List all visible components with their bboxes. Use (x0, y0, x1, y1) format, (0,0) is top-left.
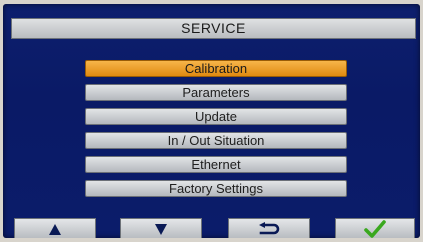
return-icon (258, 222, 280, 236)
bottom-toolbar (3, 218, 420, 238)
page-title: SERVICE (11, 18, 416, 39)
menu-item-parameters[interactable]: Parameters (85, 84, 347, 101)
menu-item-in-out-situation[interactable]: In / Out Situation (85, 132, 347, 149)
confirm-button[interactable] (335, 218, 415, 238)
arrow-up-icon (49, 223, 61, 235)
up-button[interactable] (14, 218, 96, 238)
service-menu: Calibration Parameters Update In / Out S… (85, 60, 347, 204)
arrow-down-icon (155, 223, 167, 235)
down-button[interactable] (120, 218, 202, 238)
menu-item-ethernet[interactable]: Ethernet (85, 156, 347, 173)
menu-item-factory-settings[interactable]: Factory Settings (85, 180, 347, 197)
menu-item-calibration[interactable]: Calibration (85, 60, 347, 77)
checkmark-icon (364, 220, 386, 238)
menu-item-update[interactable]: Update (85, 108, 347, 125)
back-button[interactable] (228, 218, 310, 238)
device-screen: SERVICE Calibration Parameters Update In… (3, 4, 420, 238)
